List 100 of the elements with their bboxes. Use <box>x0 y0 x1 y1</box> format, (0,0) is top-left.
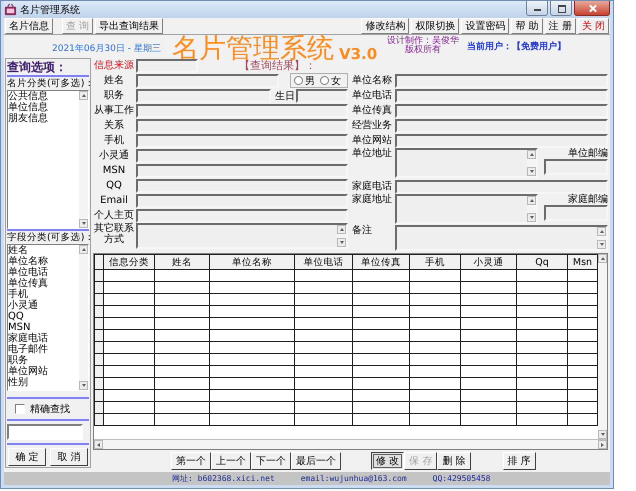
list-item[interactable]: 朋友信息 <box>8 113 79 124</box>
nav-button[interactable]: 第一个 <box>171 452 211 470</box>
scrollbar[interactable] <box>527 196 536 222</box>
scroll-up-button[interactable] <box>598 254 607 263</box>
scrollbar[interactable] <box>79 245 88 390</box>
list-item[interactable]: 姓名 <box>8 245 79 256</box>
text-field[interactable] <box>395 180 608 194</box>
column-header[interactable]: 单位传真 <box>352 254 410 270</box>
list-item[interactable]: 电子邮件 <box>8 344 79 355</box>
record-button[interactable]: 修 改 <box>371 452 404 470</box>
toolbar-button[interactable]: 关 闭 <box>578 18 609 34</box>
date-field[interactable] <box>296 88 348 102</box>
scrollbar[interactable] <box>598 254 607 440</box>
scrollbar[interactable] <box>597 227 606 249</box>
text-field[interactable] <box>544 205 608 221</box>
radio-button[interactable] <box>294 76 303 85</box>
list-item[interactable]: 公共信息 <box>8 91 79 102</box>
scrollbar[interactable] <box>527 150 536 176</box>
text-field[interactable] <box>544 159 608 175</box>
list-box[interactable]: 公共信息 单位信息 朋友信息 <box>7 90 89 229</box>
list-item[interactable]: 小灵通 <box>8 300 79 311</box>
nav-button[interactable]: 上一个 <box>211 452 251 470</box>
panel-button[interactable]: 取 消 <box>50 448 88 466</box>
scrollbar[interactable] <box>337 225 346 247</box>
text-field[interactable] <box>395 104 608 118</box>
text-field[interactable] <box>136 208 348 222</box>
scroll-left-button[interactable] <box>94 440 103 450</box>
text-field[interactable] <box>136 134 348 148</box>
record-button[interactable]: 删 除 <box>437 452 471 470</box>
scrollbar[interactable] <box>94 439 607 450</box>
minimize-button[interactable] <box>526 1 548 16</box>
text-field[interactable] <box>136 148 348 162</box>
panel-button[interactable]: 确 定 <box>8 448 46 466</box>
text-area[interactable] <box>395 194 538 224</box>
list-item[interactable]: QQ <box>8 311 79 322</box>
scroll-up-button[interactable] <box>337 225 346 234</box>
text-field[interactable] <box>136 58 198 72</box>
column-header[interactable]: 单位电话 <box>294 254 352 270</box>
scroll-down-button[interactable] <box>79 219 88 228</box>
text-field[interactable] <box>136 178 348 192</box>
scroll-down-button[interactable] <box>527 213 536 222</box>
text-field[interactable] <box>395 134 608 148</box>
list-item[interactable]: 单位名称 <box>8 256 79 267</box>
text-area[interactable] <box>136 223 348 249</box>
column-header[interactable]: 小灵通 <box>460 254 516 270</box>
scroll-down-button[interactable] <box>337 238 346 247</box>
text-field[interactable] <box>395 74 608 88</box>
text-field[interactable] <box>136 74 279 88</box>
scroll-up-button[interactable] <box>527 150 536 159</box>
column-header[interactable]: 信息分类 <box>104 254 154 270</box>
scroll-down-button[interactable] <box>598 430 607 440</box>
toolbar-button[interactable]: 修改结构 <box>361 18 410 34</box>
nav-button[interactable]: 最后一个 <box>291 452 341 470</box>
list-item[interactable]: 单位电话 <box>8 267 79 278</box>
nav-button[interactable]: 下一个 <box>251 452 291 470</box>
column-header[interactable]: Msn <box>568 254 598 270</box>
toolbar-button[interactable]: 设置密码 <box>461 18 510 34</box>
text-field[interactable] <box>136 104 348 118</box>
maximize-button[interactable] <box>550 1 572 16</box>
scroll-up-button[interactable] <box>597 227 606 236</box>
list-item[interactable]: 单位网站 <box>8 366 79 377</box>
scroll-up-button[interactable] <box>79 91 88 100</box>
column-header[interactable]: 单位名称 <box>210 254 294 270</box>
text-field[interactable] <box>395 88 608 102</box>
text-field[interactable] <box>136 194 348 208</box>
scroll-right-button[interactable] <box>598 440 607 450</box>
scroll-up-button[interactable] <box>527 196 536 205</box>
list-item[interactable]: MSN <box>8 322 79 333</box>
list-item[interactable]: 单位信息 <box>8 102 79 113</box>
scroll-down-button[interactable] <box>79 381 88 390</box>
text-field[interactable] <box>136 118 348 132</box>
search-field[interactable] <box>7 424 83 440</box>
list-item[interactable]: 手机 <box>8 289 79 300</box>
text-area[interactable] <box>395 225 608 251</box>
toolbar-button[interactable]: 名片信息 <box>5 18 53 34</box>
checkbox[interactable] <box>15 404 25 414</box>
text-field[interactable] <box>395 118 608 132</box>
sort-button[interactable]: 排 序 <box>502 452 536 470</box>
column-header[interactable]: 姓名 <box>154 254 210 270</box>
text-area[interactable] <box>395 148 538 178</box>
list-box[interactable]: 姓名 单位名称 单位电话 单位传真 手机 小灵通 QQ MSN 家庭电话 电子邮件 职务 单位网站 性别 <box>7 244 89 391</box>
scrollbar[interactable] <box>79 91 88 228</box>
close-button[interactable] <box>574 1 610 16</box>
column-header[interactable]: Qq <box>516 254 568 270</box>
list-item[interactable]: 家庭电话 <box>8 333 79 344</box>
toolbar-button[interactable]: 权限切换 <box>411 18 460 34</box>
list-item[interactable]: 单位传真 <box>8 278 79 289</box>
text-field[interactable] <box>136 88 271 102</box>
field-label: 家庭地址 <box>352 194 393 205</box>
list-item[interactable]: 性别 <box>8 377 79 388</box>
list-item[interactable]: 职务 <box>8 355 79 366</box>
radio-button[interactable] <box>320 76 329 85</box>
scroll-up-button[interactable] <box>79 245 88 254</box>
toolbar-button[interactable]: 帮 助 <box>511 18 543 34</box>
scroll-down-button[interactable] <box>597 240 606 249</box>
toolbar-button[interactable]: 导出查询结果 <box>95 18 164 34</box>
toolbar-button[interactable]: 注 册 <box>544 18 576 34</box>
column-header[interactable]: 手机 <box>410 254 460 270</box>
text-field[interactable] <box>136 164 348 178</box>
scroll-down-button[interactable] <box>527 167 536 176</box>
